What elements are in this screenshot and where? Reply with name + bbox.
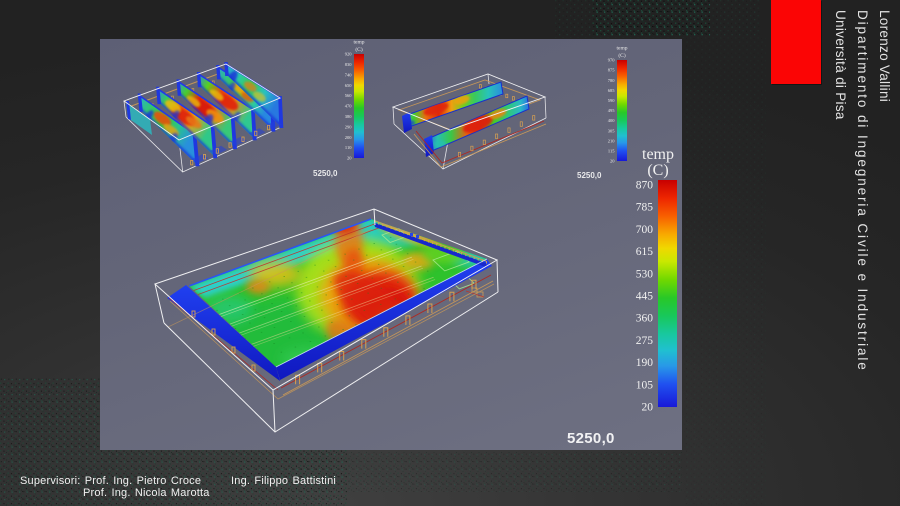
svg-text:(C): (C) (647, 162, 668, 179)
svg-text:temp: temp (354, 40, 365, 46)
svg-text:305: 305 (608, 128, 616, 133)
svg-text:105: 105 (636, 379, 654, 391)
svg-text:20: 20 (610, 159, 615, 164)
svg-text:210: 210 (608, 138, 616, 143)
svg-text:190: 190 (636, 357, 654, 369)
svg-text:5250,0: 5250,0 (577, 171, 602, 180)
svg-text:785: 785 (636, 202, 654, 214)
svg-text:920: 920 (345, 52, 353, 57)
svg-text:700: 700 (636, 224, 654, 236)
svg-text:495: 495 (608, 108, 616, 113)
svg-text:590: 590 (608, 98, 616, 103)
svg-text:830: 830 (345, 62, 353, 67)
svg-text:530: 530 (636, 268, 654, 280)
svg-text:360: 360 (636, 313, 654, 325)
svg-text:740: 740 (345, 72, 353, 77)
svg-text:5250,0: 5250,0 (567, 430, 615, 447)
svg-text:615: 615 (636, 246, 654, 258)
svg-text:875: 875 (608, 68, 616, 73)
svg-text:20: 20 (347, 156, 352, 161)
svg-text:115: 115 (608, 148, 615, 153)
svg-text:685: 685 (608, 88, 616, 93)
svg-text:445: 445 (636, 291, 654, 303)
svg-text:560: 560 (345, 93, 353, 98)
svg-text:290: 290 (345, 124, 353, 129)
svg-text:380: 380 (345, 114, 353, 119)
svg-text:(C): (C) (355, 46, 363, 53)
svg-text:650: 650 (345, 83, 353, 88)
svg-text:temp: temp (642, 146, 674, 163)
svg-text:200: 200 (345, 135, 353, 140)
svg-text:110: 110 (345, 145, 352, 150)
svg-text:400: 400 (608, 118, 616, 123)
svg-text:780: 780 (608, 78, 616, 83)
svg-text:temp: temp (617, 46, 628, 52)
svg-text:20: 20 (642, 402, 654, 414)
svg-text:(C): (C) (618, 52, 626, 59)
svg-text:5250,0: 5250,0 (313, 169, 338, 178)
svg-text:275: 275 (636, 335, 654, 347)
svg-text:470: 470 (345, 104, 353, 109)
svg-text:970: 970 (608, 58, 616, 63)
svg-text:870: 870 (636, 180, 654, 192)
